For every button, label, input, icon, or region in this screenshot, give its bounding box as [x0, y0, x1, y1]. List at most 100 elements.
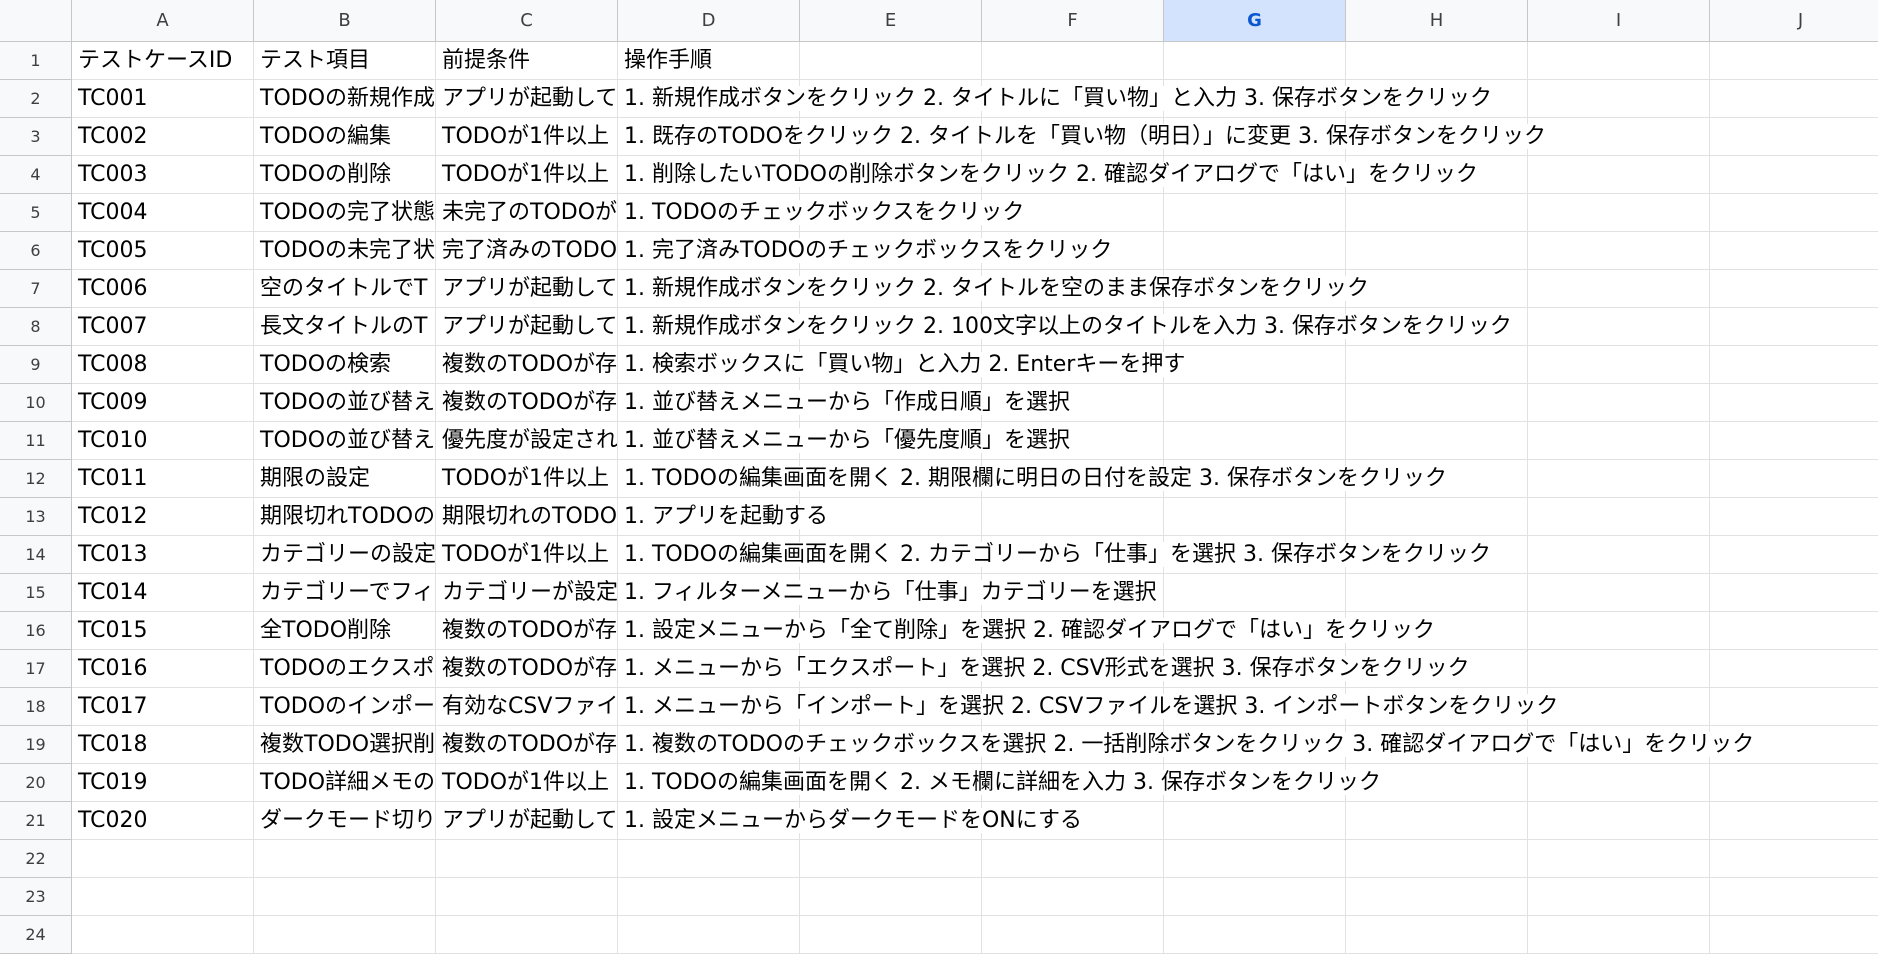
- cell-b7[interactable]: 空のタイトルでT: [254, 270, 436, 308]
- cell-b8[interactable]: 長文タイトルのT: [254, 308, 436, 346]
- cell-g10[interactable]: [1164, 384, 1346, 422]
- cell-b14[interactable]: カテゴリーの設定: [254, 536, 436, 574]
- cell-c8[interactable]: アプリが起動して: [436, 308, 618, 346]
- cell-j22[interactable]: [1710, 840, 1878, 878]
- cell-h11[interactable]: [1346, 422, 1528, 460]
- cell-a6[interactable]: TC005: [72, 232, 254, 270]
- cell-c19[interactable]: 複数のTODOが存: [436, 726, 618, 764]
- column-header-a[interactable]: A: [72, 0, 254, 42]
- cell-g15[interactable]: [1164, 574, 1346, 612]
- cell-j15[interactable]: [1710, 574, 1878, 612]
- row-header[interactable]: 18: [0, 688, 72, 726]
- cell-c22[interactable]: [436, 840, 618, 878]
- select-all-corner[interactable]: [0, 0, 72, 42]
- cell-h1[interactable]: [1346, 42, 1528, 80]
- cell-b4[interactable]: TODOの削除: [254, 156, 436, 194]
- cell-g11[interactable]: [1164, 422, 1346, 460]
- cell-h23[interactable]: [1346, 878, 1528, 916]
- cell-d24[interactable]: [618, 916, 800, 954]
- cell-f24[interactable]: [982, 916, 1164, 954]
- cell-c20[interactable]: TODOが1件以上: [436, 764, 618, 802]
- cell-d13[interactable]: 1. アプリを起動する: [618, 498, 828, 536]
- cell-a9[interactable]: TC008: [72, 346, 254, 384]
- cell-b22[interactable]: [254, 840, 436, 878]
- cell-i6[interactable]: [1528, 232, 1710, 270]
- cell-i13[interactable]: [1528, 498, 1710, 536]
- cell-d20[interactable]: 1. TODOの編集画面を開く 2. メモ欄に詳細を入力 3. 保存ボタンをクリ…: [618, 764, 1381, 802]
- cell-h22[interactable]: [1346, 840, 1528, 878]
- cell-d15[interactable]: 1. フィルターメニューから「仕事」カテゴリーを選択: [618, 574, 1157, 612]
- row-header[interactable]: 3: [0, 118, 72, 156]
- cell-a16[interactable]: TC015: [72, 612, 254, 650]
- cell-j7[interactable]: [1710, 270, 1878, 308]
- cell-c2[interactable]: アプリが起動している: [436, 80, 618, 118]
- column-header-d[interactable]: D: [618, 0, 800, 42]
- cell-d9[interactable]: 1. 検索ボックスに「買い物」と入力 2. Enterキーを押す: [618, 346, 1186, 384]
- cell-a3[interactable]: TC002: [72, 118, 254, 156]
- cell-b23[interactable]: [254, 878, 436, 916]
- cell-a18[interactable]: TC017: [72, 688, 254, 726]
- cell-b15[interactable]: カテゴリーでフィ: [254, 574, 436, 612]
- cell-d7[interactable]: 1. 新規作成ボタンをクリック 2. タイトルを空のまま保存ボタンをクリック: [618, 270, 1369, 308]
- cell-c18[interactable]: 有効なCSVファイ: [436, 688, 618, 726]
- cell-e24[interactable]: [800, 916, 982, 954]
- row-header[interactable]: 24: [0, 916, 72, 954]
- cell-e1[interactable]: [800, 42, 982, 80]
- row-header[interactable]: 2: [0, 80, 72, 118]
- cell-d5[interactable]: 1. TODOのチェックボックスをクリック: [618, 194, 1025, 232]
- cell-a22[interactable]: [72, 840, 254, 878]
- cell-c6[interactable]: 完了済みのTODO: [436, 232, 618, 270]
- row-header[interactable]: 7: [0, 270, 72, 308]
- cell-b16[interactable]: 全TODO削除: [254, 612, 436, 650]
- cell-g23[interactable]: [1164, 878, 1346, 916]
- row-header[interactable]: 23: [0, 878, 72, 916]
- cell-c11[interactable]: 優先度が設定され: [436, 422, 618, 460]
- cell-a15[interactable]: TC014: [72, 574, 254, 612]
- cell-j23[interactable]: [1710, 878, 1878, 916]
- cell-a17[interactable]: TC016: [72, 650, 254, 688]
- row-header[interactable]: 4: [0, 156, 72, 194]
- cell-d14[interactable]: 1. TODOの編集画面を開く 2. カテゴリーから「仕事」を選択 3. 保存ボ…: [618, 536, 1491, 574]
- row-header[interactable]: 15: [0, 574, 72, 612]
- cell-j6[interactable]: [1710, 232, 1878, 270]
- cell-g6[interactable]: [1164, 232, 1346, 270]
- cell-b24[interactable]: [254, 916, 436, 954]
- cell-d21[interactable]: 1. 設定メニューからダークモードをONにする: [618, 802, 1082, 840]
- cell-i23[interactable]: [1528, 878, 1710, 916]
- cell-g9[interactable]: [1164, 346, 1346, 384]
- cell-h21[interactable]: [1346, 802, 1528, 840]
- cell-a1[interactable]: テストケースID: [72, 42, 254, 80]
- row-header[interactable]: 19: [0, 726, 72, 764]
- cell-a21[interactable]: TC020: [72, 802, 254, 840]
- cell-j11[interactable]: [1710, 422, 1878, 460]
- cell-i24[interactable]: [1528, 916, 1710, 954]
- cell-a14[interactable]: TC013: [72, 536, 254, 574]
- cell-b2[interactable]: TODOの新規作成: [254, 80, 436, 118]
- cell-d10[interactable]: 1. 並び替えメニューから「作成日順」を選択: [618, 384, 1070, 422]
- cell-c4[interactable]: TODOが1件以上: [436, 156, 618, 194]
- cell-h7[interactable]: [1346, 270, 1528, 308]
- cell-c16[interactable]: 複数のTODOが存: [436, 612, 618, 650]
- cell-j5[interactable]: [1710, 194, 1878, 232]
- cell-a11[interactable]: TC010: [72, 422, 254, 460]
- cell-i8[interactable]: [1528, 308, 1710, 346]
- cell-d22[interactable]: [618, 840, 800, 878]
- cell-d18[interactable]: 1. メニューから「インポート」を選択 2. CSVファイルを選択 3. インポ…: [618, 688, 1559, 726]
- cell-c5[interactable]: 未完了のTODOが: [436, 194, 618, 232]
- cell-a2[interactable]: TC001: [72, 80, 254, 118]
- cell-j20[interactable]: [1710, 764, 1878, 802]
- cell-b1[interactable]: テスト項目: [254, 42, 436, 80]
- cell-i17[interactable]: [1528, 650, 1710, 688]
- cell-c13[interactable]: 期限切れのTODO: [436, 498, 618, 536]
- column-header-b[interactable]: B: [254, 0, 436, 42]
- row-header[interactable]: 14: [0, 536, 72, 574]
- cell-j3[interactable]: [1710, 118, 1878, 156]
- column-header-f[interactable]: F: [982, 0, 1164, 42]
- cell-c23[interactable]: [436, 878, 618, 916]
- cell-d12[interactable]: 1. TODOの編集画面を開く 2. 期限欄に明日の日付を設定 3. 保存ボタン…: [618, 460, 1447, 498]
- cell-h24[interactable]: [1346, 916, 1528, 954]
- row-header[interactable]: 6: [0, 232, 72, 270]
- cell-b3[interactable]: TODOの編集: [254, 118, 436, 156]
- column-header-h[interactable]: H: [1346, 0, 1528, 42]
- cell-g22[interactable]: [1164, 840, 1346, 878]
